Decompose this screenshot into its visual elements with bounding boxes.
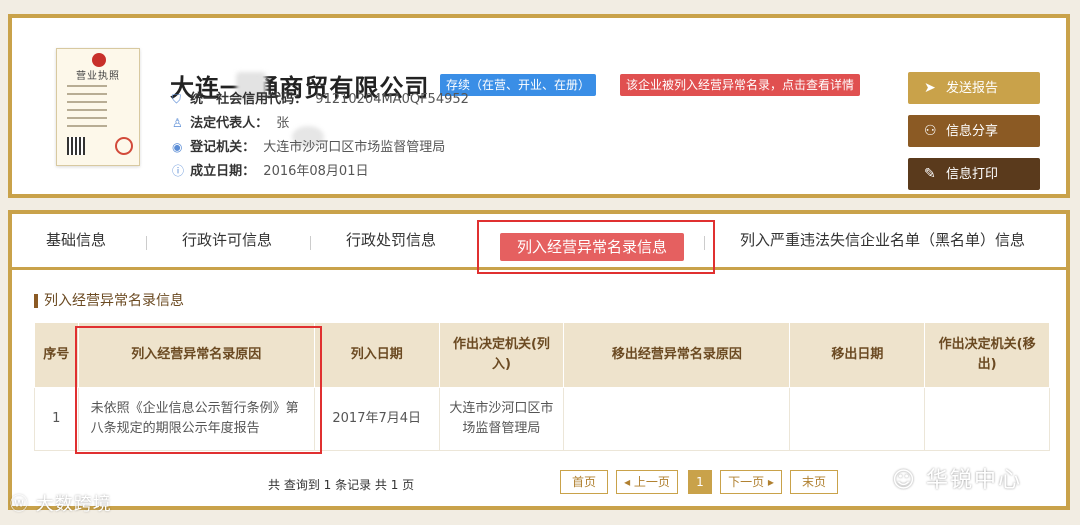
col-header-date-out: 移出日期 bbox=[789, 322, 926, 388]
send-report-button[interactable]: ➤ 发送报告 bbox=[908, 72, 1040, 104]
current-page-button[interactable]: 1 bbox=[688, 470, 712, 494]
location-icon: ◉ bbox=[172, 140, 183, 154]
tab-basic-info[interactable]: 基础信息 bbox=[46, 214, 106, 267]
next-page-button[interactable]: 下一页 ▸ bbox=[720, 470, 782, 494]
section-title: 列入经营异常名录信息 bbox=[34, 294, 184, 308]
cell-date-out bbox=[789, 387, 926, 451]
established-date-row: ⓘ 成立日期： 2016年08月01日 bbox=[172, 160, 368, 179]
established-date-label: 成立日期： bbox=[190, 164, 256, 179]
credit-code-row: ⛉ 统一社会信用代码： 91210204MA0QF54952 bbox=[172, 88, 469, 107]
shield-icon: ⛉ bbox=[172, 92, 182, 106]
national-emblem-icon bbox=[92, 53, 106, 67]
col-header-date-in: 列入日期 bbox=[313, 322, 440, 388]
tab-divider bbox=[146, 236, 147, 250]
highlight-box-tab bbox=[477, 220, 715, 274]
info-icon: ⓘ bbox=[172, 164, 185, 178]
tab-divider bbox=[310, 236, 311, 250]
business-license-image[interactable]: 营业执照 bbox=[56, 48, 140, 166]
license-title: 营业执照 bbox=[76, 71, 120, 82]
registration-authority-value: 大连市沙河口区市场监督管理局 bbox=[263, 140, 446, 155]
print-info-button[interactable]: ✎ 信息打印 bbox=[908, 158, 1040, 190]
cell-reason-out bbox=[563, 387, 791, 451]
wechat-logo-icon: ☺ bbox=[892, 468, 917, 493]
pencil-icon: ✎ bbox=[924, 166, 936, 182]
prev-page-button[interactable]: ◂ 上一页 bbox=[616, 470, 678, 494]
cell-index: 1 bbox=[34, 387, 79, 451]
watermark-left: ⓦ 大数跨境 bbox=[10, 490, 112, 516]
abnormal-list-badge[interactable]: 该企业被列入经营异常名录，点击查看详情 bbox=[620, 74, 861, 96]
registration-authority-row: ◉ 登记机关： 大连市沙河口区市场监督管理局 bbox=[172, 136, 445, 155]
send-report-label: 发送报告 bbox=[946, 81, 999, 96]
paper-plane-icon: ➤ bbox=[924, 80, 936, 96]
cell-authority-in: 大连市沙河口区市场监督管理局 bbox=[438, 387, 565, 451]
col-header-reason-out: 移出经营异常名录原因 bbox=[563, 322, 791, 388]
share-info-button[interactable]: ⚇ 信息分享 bbox=[908, 115, 1040, 147]
cell-authority-out bbox=[924, 387, 1050, 451]
credit-code-value: 91210204MA0QF54952 bbox=[315, 92, 469, 107]
watermark-left-text: 大数跨境 bbox=[35, 494, 112, 515]
watermark-right-text: 华锐中心 bbox=[925, 468, 1022, 493]
qr-code-icon bbox=[67, 137, 85, 155]
tab-admin-penalty[interactable]: 行政处罚信息 bbox=[346, 214, 436, 267]
tab-admin-license[interactable]: 行政许可信息 bbox=[182, 214, 272, 267]
credit-code-label: 统一社会信用代码： bbox=[190, 92, 308, 107]
legal-rep-value: 张 bbox=[276, 116, 290, 131]
col-header-index: 序号 bbox=[34, 322, 79, 388]
cell-date-in: 2017年7月4日 bbox=[313, 387, 440, 451]
seal-icon bbox=[115, 137, 133, 155]
legal-rep-label: 法定代表人： bbox=[190, 116, 269, 131]
first-page-button[interactable]: 首页 bbox=[560, 470, 608, 494]
col-header-authority-in: 作出决定机关(列入) bbox=[438, 322, 565, 388]
col-header-authority-out: 作出决定机关(移出) bbox=[924, 322, 1050, 388]
license-text-lines bbox=[67, 85, 107, 133]
highlight-box-reason bbox=[75, 326, 322, 454]
share-info-label: 信息分享 bbox=[946, 124, 999, 139]
print-info-label: 信息打印 bbox=[946, 167, 999, 182]
legal-rep-row: ♙ 法定代表人： 张 bbox=[172, 112, 289, 131]
last-page-button[interactable]: 末页 bbox=[790, 470, 838, 494]
registration-authority-label: 登记机关： bbox=[190, 140, 256, 155]
share-icon: ⚇ bbox=[924, 123, 937, 139]
weibo-logo-icon: ⓦ bbox=[10, 494, 29, 515]
tab-blacklist[interactable]: 列入严重违法失信企业名单（黑名单）信息 bbox=[740, 214, 1025, 267]
company-card: 营业执照 大连一 通商贸有限公司 存续（在营、开业、在册） 该企业被列入经营异常… bbox=[8, 14, 1070, 198]
watermark-right: ☺ 华锐中心 bbox=[892, 462, 1022, 494]
established-date-value: 2016年08月01日 bbox=[263, 164, 369, 179]
person-icon: ♙ bbox=[172, 116, 183, 130]
